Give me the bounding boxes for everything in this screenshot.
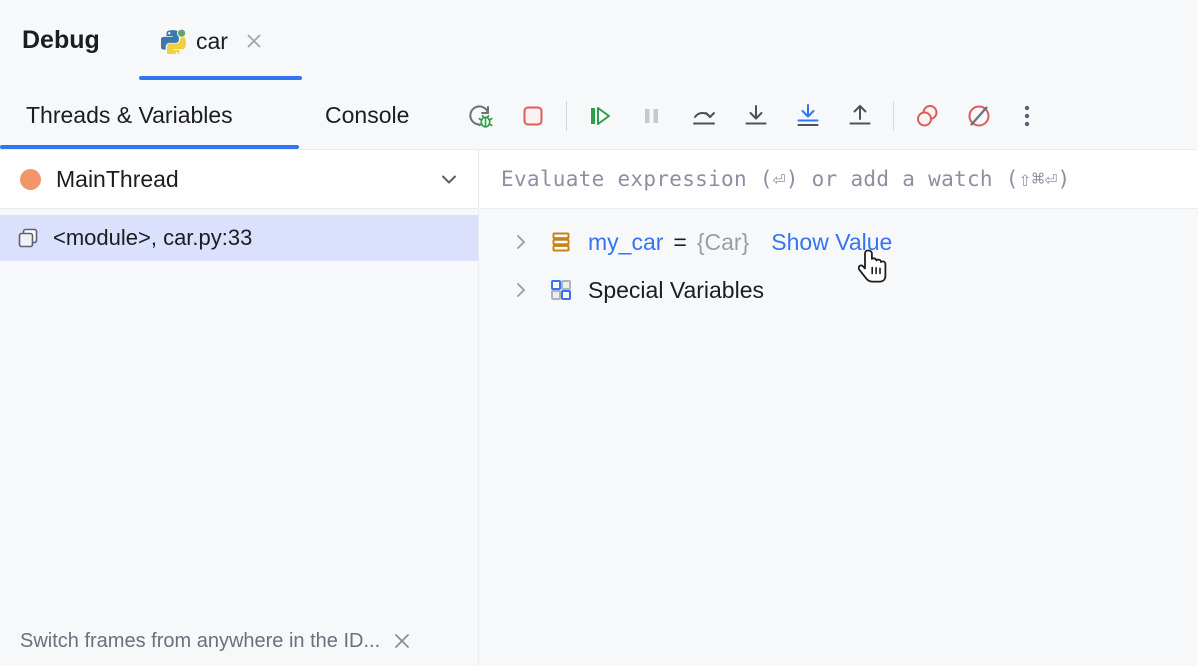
run-tab-active-indicator bbox=[139, 76, 302, 80]
tab-console[interactable]: Console bbox=[325, 82, 409, 149]
debug-toolbar bbox=[455, 82, 1049, 149]
variables-tree: my_car = {Car} Show Value bbox=[480, 210, 1198, 314]
variable-equals: = bbox=[673, 229, 686, 256]
toolbar-separator bbox=[566, 101, 567, 131]
chevron-down-icon[interactable] bbox=[438, 168, 460, 190]
more-vertical-icon bbox=[1015, 102, 1039, 130]
run-configuration-tab-car[interactable]: car bbox=[139, 0, 302, 82]
thread-selector[interactable]: MainThread bbox=[0, 150, 478, 209]
rerun-debug-icon bbox=[466, 101, 496, 131]
step-into-icon bbox=[741, 101, 771, 131]
variables-panel: Evaluate expression (⏎) or add a watch (… bbox=[480, 150, 1198, 666]
variable-row-my-car[interactable]: my_car = {Car} Show Value bbox=[480, 218, 1198, 266]
frame-label: <module>, car.py:33 bbox=[53, 225, 252, 251]
tab-threads-and-variables-label: Threads & Variables bbox=[26, 102, 233, 129]
step-out-button[interactable] bbox=[834, 90, 886, 142]
resume-icon bbox=[585, 101, 615, 131]
chevron-right-icon-2[interactable] bbox=[510, 279, 532, 301]
debug-tool-window: Debug car Threads & Variables Console bbox=[0, 0, 1198, 666]
force-step-into-button[interactable] bbox=[782, 90, 834, 142]
variable-value: {Car} bbox=[697, 229, 749, 256]
resume-program-button[interactable] bbox=[574, 90, 626, 142]
threads-frames-panel: MainThread <module>, car.py:33 Switch fr… bbox=[0, 150, 479, 666]
tab-active-indicator bbox=[0, 145, 299, 149]
step-into-button[interactable] bbox=[730, 90, 782, 142]
more-options-button[interactable] bbox=[1005, 90, 1049, 142]
mute-breakpoints-button[interactable] bbox=[953, 90, 1005, 142]
special-variables-icon bbox=[548, 277, 574, 303]
evaluate-expression-placeholder: Evaluate expression (⏎) or add a watch (… bbox=[501, 167, 1071, 191]
stop-icon bbox=[518, 101, 548, 131]
evaluate-expression-field[interactable]: Evaluate expression (⏎) or add a watch (… bbox=[480, 150, 1198, 209]
variable-name: my_car bbox=[588, 229, 663, 256]
pause-program-button[interactable] bbox=[626, 90, 678, 142]
stop-button[interactable] bbox=[507, 90, 559, 142]
special-variables-label: Special Variables bbox=[588, 277, 764, 304]
notification-text: Switch frames from anywhere in the ID... bbox=[20, 630, 380, 653]
show-value-link[interactable]: Show Value bbox=[771, 229, 892, 256]
page-title: Debug bbox=[22, 28, 100, 53]
mute-breakpoints-icon bbox=[964, 101, 994, 131]
python-icon bbox=[161, 28, 187, 54]
object-variable-icon bbox=[548, 229, 574, 255]
notification-close-icon[interactable] bbox=[392, 631, 412, 651]
chevron-right-icon[interactable] bbox=[510, 231, 532, 253]
thread-name-label: MainThread bbox=[56, 166, 179, 193]
debug-tabs-row: Threads & Variables Console bbox=[0, 82, 1198, 150]
view-breakpoints-button[interactable] bbox=[901, 90, 953, 142]
toolbar-separator-2 bbox=[893, 101, 894, 131]
variable-row-special-variables[interactable]: Special Variables bbox=[480, 266, 1198, 314]
breakpoints-icon bbox=[912, 101, 942, 131]
force-step-into-icon bbox=[793, 101, 823, 131]
run-tab-label: car bbox=[196, 28, 228, 55]
thread-status-icon bbox=[20, 169, 41, 190]
rerun-debug-button[interactable] bbox=[455, 90, 507, 142]
close-icon[interactable] bbox=[245, 32, 263, 50]
notification-banner: Switch frames from anywhere in the ID... bbox=[0, 616, 478, 666]
pause-icon bbox=[637, 101, 667, 131]
step-out-icon bbox=[845, 101, 875, 131]
step-over-icon bbox=[689, 101, 719, 131]
tab-threads-and-variables[interactable]: Threads & Variables bbox=[26, 82, 233, 149]
frame-icon bbox=[16, 226, 40, 250]
step-over-button[interactable] bbox=[678, 90, 730, 142]
tab-console-label: Console bbox=[325, 102, 409, 129]
frame-list-item[interactable]: <module>, car.py:33 bbox=[0, 215, 478, 261]
